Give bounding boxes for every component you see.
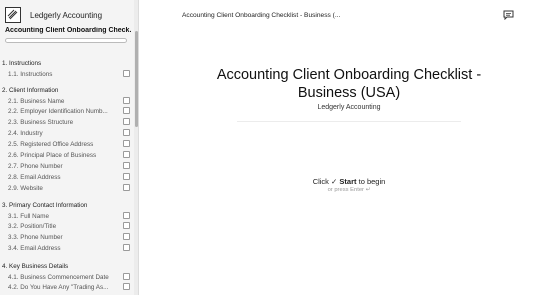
checkbox[interactable]	[123, 172, 130, 180]
checklist-item-label: 3.2. Position/Title	[8, 223, 57, 231]
checklist-item[interactable]: 2.5. Registered Office Address	[6, 140, 130, 150]
app-window: Ledgerly Accounting Accounting Client On…	[0, 0, 555, 295]
checklist-item[interactable]: 3.1. Full Name	[6, 211, 130, 222]
topbar: Accounting Client Onboarding Checklist -…	[139, 0, 555, 30]
topbar-title: Accounting Client Onboarding Checklist -…	[182, 12, 341, 19]
checklist-item[interactable]: 2.8. Email Address	[6, 172, 130, 183]
scrollbar-thumb[interactable]	[135, 31, 138, 127]
checklist-item[interactable]: 3.4. Email Address	[6, 244, 130, 254]
checklist-item[interactable]: 2.4. Industry	[6, 129, 130, 139]
section-heading[interactable]: 1. Instructions	[2, 60, 41, 67]
checkbox[interactable]	[123, 161, 130, 169]
checklist-item-label: 2.7. Phone Number	[8, 162, 63, 170]
start-suffix: to begin	[358, 177, 386, 186]
checkbox[interactable]	[123, 69, 130, 77]
checkbox[interactable]	[123, 96, 130, 104]
document-title: Accounting Client Onboarding Check...	[5, 27, 131, 34]
checklist-item[interactable]: 2.3. Business Structure	[6, 118, 130, 128]
checklist-item[interactable]: 1.1. Instructions	[6, 69, 130, 80]
checklist-item-label: 2.1. Business Name	[8, 97, 65, 105]
checkbox[interactable]	[123, 151, 130, 158]
brand-name: Ledgerly Accounting	[30, 10, 103, 20]
checklist-item[interactable]: 3.2. Position/Title	[6, 222, 130, 232]
checklist-item-label: 3.1. Full Name	[8, 212, 49, 220]
checklist-item[interactable]: 2.7. Phone Number	[6, 161, 130, 172]
section-heading[interactable]: 3. Primary Contact Information	[2, 202, 87, 209]
checkbox[interactable]	[123, 211, 130, 219]
checklist-item[interactable]: 2.1. Business Name	[6, 96, 130, 107]
checkbox[interactable]	[123, 140, 130, 148]
checkbox[interactable]	[123, 283, 130, 291]
section-heading[interactable]: 4. Key Business Details	[2, 263, 68, 270]
checklist-item-label: 4.1. Business Commencement Date	[8, 273, 109, 281]
checklist-item[interactable]: 4.2. Do You Have Any "Trading As...	[6, 283, 130, 293]
sidebar: Ledgerly Accounting Accounting Client On…	[0, 0, 139, 295]
checklist-item-label: 2.9. Website	[8, 184, 43, 192]
checklist-item[interactable]: 2.2. Employer Identification Numb...	[6, 107, 130, 117]
checklist-item-label: 2.3. Business Structure	[8, 119, 74, 127]
checklist-item-label: 2.4. Industry	[8, 130, 43, 138]
start-prompt: Click ✓ Start to begin	[199, 177, 499, 186]
checkbox[interactable]	[123, 272, 130, 280]
checklist-item-label: 1.1. Instructions	[8, 70, 53, 78]
checklist-item[interactable]: 2.9. Website	[6, 183, 130, 194]
checklist-item-label: 2.5. Registered Office Address	[8, 141, 94, 149]
checklist-item[interactable]: 2.6. Principal Place of Business	[6, 151, 130, 161]
checkbox[interactable]	[123, 183, 130, 191]
section-heading[interactable]: 2. Client Information	[2, 87, 58, 94]
checkbox[interactable]	[123, 233, 130, 241]
checkbox[interactable]	[123, 244, 130, 252]
enter-hint: or press Enter ↵	[327, 187, 371, 193]
page-subtitle: Ledgerly Accounting	[317, 104, 381, 111]
checklist-item-label: 2.2. Employer Identification Numb...	[8, 108, 108, 116]
start-button[interactable]: ✓ Start	[331, 177, 356, 186]
checkbox[interactable]	[123, 129, 130, 137]
checklist-item[interactable]: 3.3. Phone Number	[6, 233, 130, 243]
brand: Ledgerly Accounting	[5, 6, 102, 24]
start-prefix: Click	[312, 177, 329, 186]
check-icon: ✓	[331, 177, 338, 186]
checklist-item-label: 2.6. Principal Place of Business	[8, 152, 97, 159]
progress-bar	[5, 38, 127, 43]
checklist-item-label: 4.2. Do You Have Any "Trading As...	[8, 284, 109, 292]
checklist-item-label: 3.3. Phone Number	[8, 234, 63, 242]
checklist-item-label: 3.4. Email Address	[8, 245, 61, 253]
main-panel: Accounting Client Onboarding Checklist -…	[139, 0, 555, 295]
checkbox[interactable]	[123, 222, 130, 230]
checkbox[interactable]	[123, 107, 130, 115]
divider	[237, 121, 461, 122]
checklist-item[interactable]: 4.1. Business Commencement Date	[6, 272, 130, 283]
checklist-item-label: 2.8. Email Address	[8, 173, 61, 181]
chat-icon[interactable]	[503, 10, 514, 20]
start-label: Start	[339, 177, 357, 186]
page-title: Accounting Client Onboarding Checklist -…	[216, 67, 482, 101]
logo-icon	[5, 7, 21, 23]
checkbox[interactable]	[123, 118, 130, 126]
